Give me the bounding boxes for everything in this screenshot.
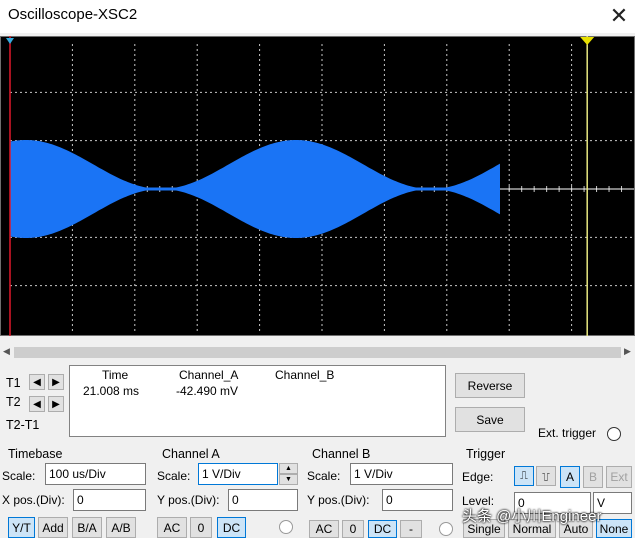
channel-b-scale-label: Scale: xyxy=(307,469,341,483)
channel-a-ypos-input[interactable]: 0 xyxy=(228,489,298,511)
t1-left-arrow-icon[interactable]: ◀ xyxy=(29,374,45,390)
trigger-source-ext-button[interactable]: Ext xyxy=(606,466,632,488)
timebase-xpos-label: X pos.(Div): xyxy=(2,493,65,507)
channel-a-scale-up-icon[interactable]: ▲ xyxy=(279,463,298,474)
ext-trigger-label: Ext. trigger xyxy=(538,426,597,440)
t1-right-arrow-icon[interactable]: ▶ xyxy=(48,374,64,390)
close-icon[interactable]: ✕ xyxy=(604,2,634,30)
mode-add-button[interactable]: Add xyxy=(38,517,68,538)
col-header-time: Time xyxy=(102,368,129,382)
channel-b-title: Channel B xyxy=(312,447,371,461)
channel-a-ypos-label: Y pos.(Div): xyxy=(157,493,220,507)
channel-b-zero-button[interactable]: 0 xyxy=(342,520,364,538)
ext-trigger-terminal[interactable] xyxy=(607,427,621,441)
channel-a-ac-button[interactable]: AC xyxy=(157,517,187,538)
channel-a-scale-label: Scale: xyxy=(157,469,191,483)
trigger-title: Trigger xyxy=(466,447,506,461)
channel-b-scale-input[interactable]: 1 V/Div xyxy=(350,463,453,485)
save-button[interactable]: Save xyxy=(455,407,525,432)
trigger-edge-label: Edge: xyxy=(462,470,494,484)
t2-right-arrow-icon[interactable]: ▶ xyxy=(48,396,64,412)
rising-edge-icon[interactable]: ⎍ xyxy=(514,466,534,486)
falling-edge-icon[interactable]: ⎍ xyxy=(536,466,556,486)
t1-label: T1 xyxy=(6,376,21,390)
mode-ba-button[interactable]: B/A xyxy=(72,517,102,538)
scope-display xyxy=(6,36,634,336)
timebase-xpos-input[interactable]: 0 xyxy=(73,489,146,511)
window-title: Oscilloscope-XSC2 xyxy=(8,6,138,23)
scroll-right-icon[interactable]: ▶ xyxy=(624,346,631,357)
timebase-title: Timebase xyxy=(8,447,63,461)
col-header-channel-b: Channel_B xyxy=(275,368,335,382)
trigger-source-b-button[interactable]: B xyxy=(583,466,603,488)
channel-a-trace xyxy=(10,140,500,238)
trigger-source-a-button[interactable]: A xyxy=(560,466,580,488)
channel-b-ypos-input[interactable]: 0 xyxy=(382,489,453,511)
scrollbar-thumb[interactable] xyxy=(14,347,621,358)
cursor-t1-handle-icon xyxy=(6,38,14,44)
mode-ab-button[interactable]: A/B xyxy=(106,517,136,538)
channel-a-scale-down-icon[interactable]: ▼ xyxy=(279,474,298,485)
channel-b-ypos-label: Y pos.(Div): xyxy=(307,493,370,507)
channel-a-dc-button[interactable]: DC xyxy=(217,517,246,538)
t2-t1-label: T2-T1 xyxy=(6,418,40,432)
timebase-scale-label: Scale: xyxy=(2,469,36,483)
channel-a-scale-input[interactable]: 1 V/Div xyxy=(198,463,278,485)
watermark: 头条 @小川Engineer xyxy=(462,508,602,525)
t1-time-value: 21.008 ms xyxy=(83,384,140,398)
channel-b-minus-button[interactable]: - xyxy=(400,520,422,538)
t1-channel-a-value: -42.490 mV xyxy=(176,384,239,398)
scroll-left-icon[interactable]: ◀ xyxy=(3,346,10,357)
channel-a-terminal[interactable] xyxy=(279,520,293,534)
t2-left-arrow-icon[interactable]: ◀ xyxy=(29,396,45,412)
channel-a-title: Channel A xyxy=(162,447,220,461)
channel-b-dc-button[interactable]: DC xyxy=(368,520,397,538)
channel-b-terminal[interactable] xyxy=(439,522,453,536)
cursor-t2-handle-icon xyxy=(580,37,595,45)
channel-a-zero-button[interactable]: 0 xyxy=(190,517,212,538)
t2-label: T2 xyxy=(6,395,21,409)
col-header-channel-a: Channel_A xyxy=(179,368,239,382)
reverse-button[interactable]: Reverse xyxy=(455,373,525,398)
timebase-scale-input[interactable]: 100 us/Div xyxy=(45,463,146,485)
channel-b-ac-button[interactable]: AC xyxy=(309,520,339,538)
mode-yt-button[interactable]: Y/T xyxy=(8,517,35,538)
